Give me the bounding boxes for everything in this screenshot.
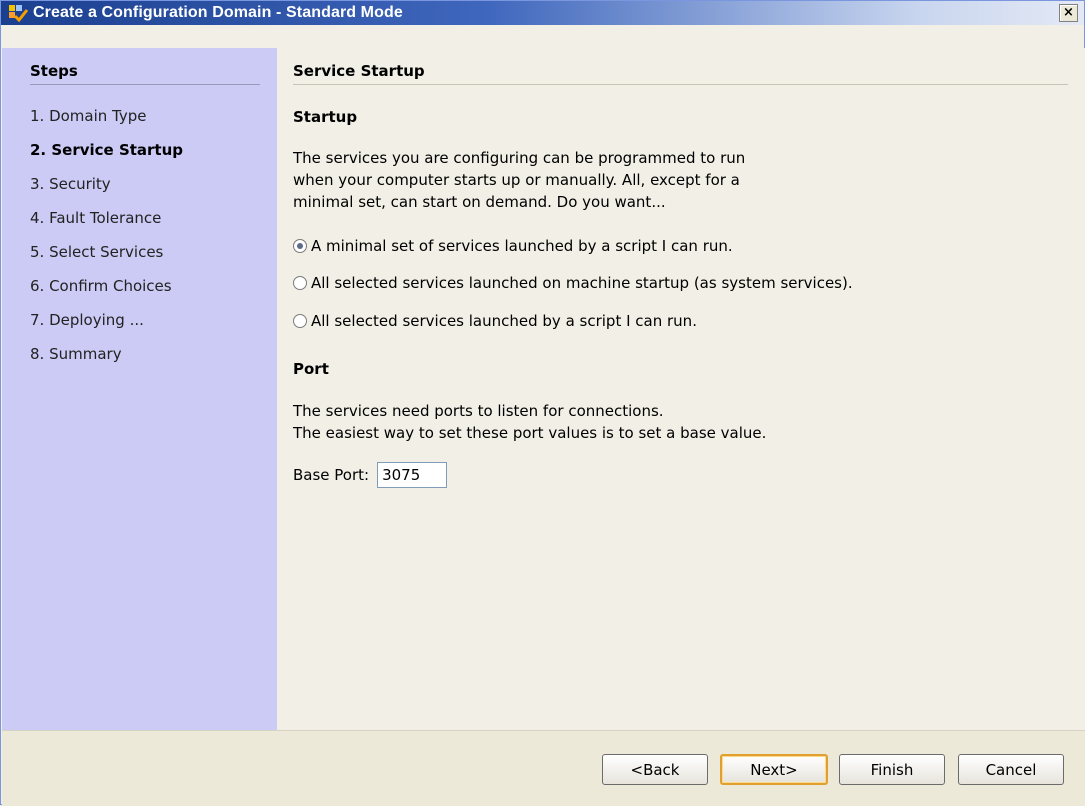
step-item: 7. Deploying ... — [30, 311, 144, 329]
radio-label[interactable]: A minimal set of services launched by a … — [311, 237, 733, 255]
section-title: Service Startup — [293, 62, 425, 80]
button-bar: <Back Next> Finish Cancel — [2, 730, 1085, 806]
app-icon — [9, 3, 29, 23]
section-divider — [293, 84, 1068, 85]
step-item: 3. Security — [30, 175, 111, 193]
radio-button[interactable] — [293, 314, 307, 328]
step-item: 8. Summary — [30, 345, 122, 363]
startup-paragraph: The services you are configuring can be … — [293, 147, 745, 213]
radio-minimal-set[interactable]: A minimal set of services launched by a … — [293, 237, 733, 255]
port-para-line: The easiest way to set these port values… — [293, 424, 767, 442]
port-paragraph: The services need ports to listen for co… — [293, 400, 766, 444]
radio-system-services[interactable]: All selected services launched on machin… — [293, 274, 853, 292]
step-item: 4. Fault Tolerance — [30, 209, 162, 227]
close-icon[interactable]: × — [1059, 4, 1078, 22]
back-button[interactable]: <Back — [602, 754, 708, 785]
radio-label[interactable]: All selected services launched by a scri… — [311, 312, 697, 330]
steps-title: Steps — [30, 62, 78, 80]
radio-button[interactable] — [293, 276, 307, 290]
window-title: Create a Configuration Domain - Standard… — [33, 4, 403, 21]
step-item-current: 2. Service Startup — [30, 141, 184, 159]
content-panel: Service Startup Startup The services you… — [277, 48, 1085, 730]
startup-para-line: The services you are configuring can be … — [293, 149, 746, 167]
base-port-row: Base Port: — [293, 462, 448, 488]
startup-para-line: when your computer starts up or manually… — [293, 171, 740, 189]
steps-divider — [30, 84, 260, 85]
wizard-window: Create a Configuration Domain - Standard… — [0, 0, 1085, 806]
radio-script-all[interactable]: All selected services launched by a scri… — [293, 312, 697, 330]
radio-button-selected[interactable] — [293, 239, 307, 253]
base-port-input[interactable] — [377, 462, 448, 488]
finish-button[interactable]: Finish — [839, 754, 945, 785]
startup-heading: Startup — [293, 108, 358, 126]
port-para-line: The services need ports to listen for co… — [293, 402, 664, 420]
step-item: 5. Select Services — [30, 243, 164, 261]
next-button[interactable]: Next> — [720, 754, 828, 785]
cancel-button[interactable]: Cancel — [958, 754, 1064, 785]
port-heading: Port — [293, 360, 329, 378]
radio-label[interactable]: All selected services launched on machin… — [311, 274, 853, 292]
startup-para-line: minimal set, can start on demand. Do you… — [293, 193, 666, 211]
title-bar[interactable]: Create a Configuration Domain - Standard… — [1, 1, 1084, 25]
step-item: 6. Confirm Choices — [30, 277, 172, 295]
base-port-label: Base Port: — [293, 466, 370, 484]
steps-list: 1. Domain Type 2. Service Startup 3. Sec… — [30, 106, 183, 378]
step-item: 1. Domain Type — [30, 107, 147, 125]
steps-panel: Steps 1. Domain Type 2. Service Startup … — [2, 48, 277, 730]
